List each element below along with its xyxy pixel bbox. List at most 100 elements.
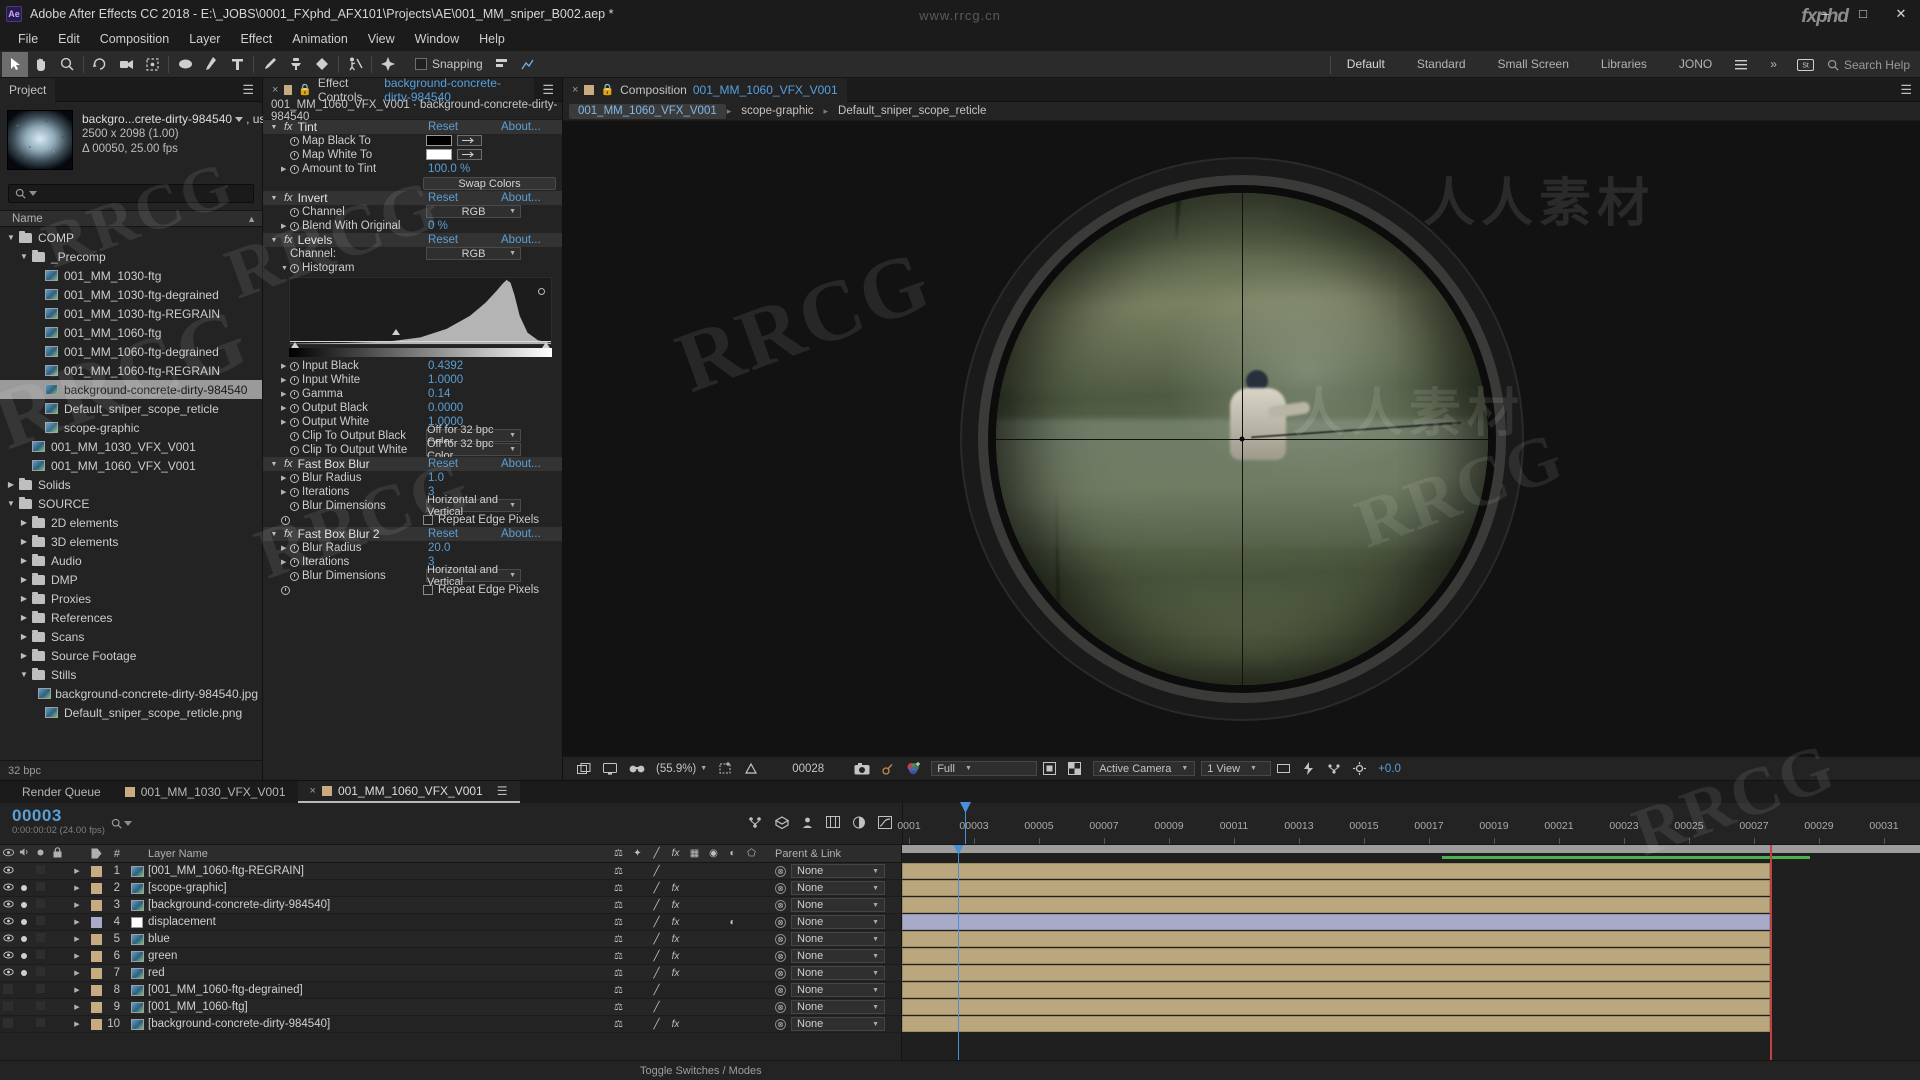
layer-quality-switch-icon[interactable]: ╱	[647, 883, 666, 894]
stopwatch-icon[interactable]	[281, 515, 290, 525]
layer-parent-switch-icon[interactable]: ⚖	[609, 883, 628, 894]
effect-param-output-black[interactable]: ▶ Output Black 0.0000	[263, 401, 562, 415]
layer-parent-switch-icon[interactable]: ⚖	[609, 866, 628, 877]
disclosure-triangle-icon[interactable]: ▼	[269, 237, 279, 244]
project-item-6[interactable]: 001_MM_1060-ftg-degrained	[0, 342, 262, 361]
param-value[interactable]: 0 %	[428, 220, 448, 232]
views-dropdown[interactable]: 1 View ▼	[1201, 761, 1272, 776]
layer-duration-bar[interactable]	[902, 999, 1770, 1015]
stopwatch-icon[interactable]	[290, 431, 299, 441]
hide-shy-layers-icon[interactable]	[801, 816, 814, 832]
layer-disclosure-triangle-icon[interactable]: ▶	[66, 901, 88, 909]
layer-switches[interactable]: ⚖ ╱	[609, 1002, 771, 1013]
layer-parent-control[interactable]: ⊗ None ▼	[771, 864, 901, 878]
layer-name[interactable]: blue	[148, 933, 609, 945]
pixel-aspect-icon[interactable]	[1271, 762, 1296, 775]
effect-param-gamma[interactable]: ▶ Gamma 0.14	[263, 387, 562, 401]
disclosure-triangle-icon[interactable]: ▼	[19, 252, 29, 261]
layer-solo-toggle[interactable]	[32, 950, 48, 962]
channel-selector-icon[interactable]	[900, 762, 927, 775]
video-column-icon[interactable]	[0, 848, 16, 860]
breadcrumb-item-0[interactable]: 001_MM_1060_VFX_V001	[569, 103, 726, 119]
reset-link[interactable]: Reset	[428, 528, 458, 540]
layer-name[interactable]: [scope-graphic]	[148, 882, 609, 894]
layer-duration-bar[interactable]	[902, 897, 1770, 913]
parent-dropdown[interactable]: None ▼	[791, 881, 885, 895]
table-row[interactable]: ▶ 7 red ⚖ ╱ fx ⊗ None ▼	[0, 965, 901, 982]
effect-header-invert[interactable]: ▼ fx Invert Reset About...	[263, 191, 562, 205]
project-item-15[interactable]: ▶ 2D elements	[0, 513, 262, 532]
table-row[interactable]: ▶ 8 [001_MM_1060-ftg-degrained] ⚖ ╱ ⊗ None ▼	[0, 982, 901, 999]
disclosure-triangle-icon[interactable]: ▼	[6, 233, 16, 242]
layer-name[interactable]: [001_MM_1060-ftg-REGRAIN]	[148, 865, 609, 877]
effect-param-input-white[interactable]: ▶ Input White 1.0000	[263, 373, 562, 387]
eyedropper-icon[interactable]	[457, 149, 482, 160]
layer-quality-switch-icon[interactable]: ╱	[647, 1002, 666, 1013]
layer-visibility-toggle[interactable]	[0, 1000, 16, 1014]
ruler-playhead-knob[interactable]	[960, 802, 971, 813]
search-options-icon[interactable]	[29, 191, 37, 196]
layer-parent-control[interactable]: ⊗ None ▼	[771, 915, 901, 929]
layer-visibility-toggle[interactable]	[0, 865, 16, 877]
solo-column-icon[interactable]	[32, 848, 48, 860]
param-value[interactable]: 0.4392	[428, 360, 463, 372]
stopwatch-icon[interactable]	[290, 375, 299, 385]
layer-parent-switch-icon[interactable]: ⚖	[609, 934, 628, 945]
tab-comp-1030[interactable]: 001_MM_1030_VFX_V001	[113, 781, 298, 803]
camera-dropdown[interactable]: Active Camera ▼	[1093, 761, 1196, 776]
breadcrumb-item-1[interactable]: scope-graphic	[732, 104, 822, 119]
layer-parent-switch-icon[interactable]: ⚖	[609, 968, 628, 979]
effect-param-histogram-row[interactable]: ▼ Histogram	[263, 261, 562, 275]
layer-switches[interactable]: ⚖ ╱ fx	[609, 883, 771, 894]
layer-parent-control[interactable]: ⊗ None ▼	[771, 1000, 901, 1014]
effect-param-channel[interactable]: Channel: RGB ▼	[263, 247, 562, 261]
main-viewer-icon[interactable]	[571, 762, 597, 775]
disclosure-triangle-icon[interactable]: ▶	[281, 165, 290, 173]
chevron-down-icon[interactable]	[235, 117, 244, 122]
text-tool-icon[interactable]	[224, 52, 250, 77]
menu-edit[interactable]: Edit	[48, 27, 90, 51]
param-value[interactable]: 0.0000	[428, 402, 463, 414]
stopwatch-icon[interactable]	[290, 389, 299, 399]
enable-frame-blending-icon[interactable]	[826, 816, 840, 831]
project-item-10[interactable]: scope-graphic	[0, 418, 262, 437]
project-item-18[interactable]: ▶ DMP	[0, 570, 262, 589]
parent-dropdown[interactable]: None ▼	[791, 1000, 885, 1014]
pick-whip-icon[interactable]: ⊗	[775, 1001, 786, 1013]
layer-visibility-toggle[interactable]	[0, 950, 16, 962]
layer-solo-toggle[interactable]	[32, 1001, 48, 1013]
clone-stamp-tool-icon[interactable]	[283, 52, 309, 77]
menu-window[interactable]: Window	[405, 27, 469, 51]
layer-name[interactable]: [001_MM_1060-ftg-degrained]	[148, 984, 609, 996]
graph-icon[interactable]	[515, 52, 541, 77]
color-swatch-map-black-to[interactable]	[426, 135, 452, 146]
tab-project[interactable]: Project	[0, 77, 56, 102]
table-row[interactable]: ▶ 5 blue ⚖ ╱ fx ⊗ None ▼	[0, 931, 901, 948]
close-button[interactable]: ✕	[1882, 0, 1920, 27]
project-item-1[interactable]: ▼ _Precomp	[0, 247, 262, 266]
disclosure-triangle-icon[interactable]: ▶	[19, 613, 29, 622]
enable-motion-blur-icon[interactable]	[852, 816, 866, 832]
timeline-track-area[interactable]	[902, 845, 1920, 1060]
adobe-stock-icon[interactable]: St	[1793, 52, 1819, 77]
layer-solo-toggle[interactable]	[32, 899, 48, 911]
disclosure-triangle-icon[interactable]: ▶	[281, 390, 290, 398]
table-row[interactable]: ▶ 3 [background-concrete-dirty-984540] ⚖ ╱ fx…	[0, 897, 901, 914]
stopwatch-icon[interactable]	[290, 150, 299, 160]
minimize-button[interactable]: –	[1806, 0, 1844, 27]
search-options-icon[interactable]	[124, 821, 132, 826]
about-link[interactable]: About...	[501, 234, 541, 246]
disclosure-triangle-icon[interactable]: ▼	[269, 531, 279, 538]
layer-duration-bar[interactable]	[902, 982, 1770, 998]
composition-viewer[interactable]: 人人素材 人人素材 RRCG RRCG	[563, 121, 1920, 756]
align-icon[interactable]	[489, 52, 515, 77]
layer-switches[interactable]: ⚖ ╱ fx	[609, 1019, 771, 1030]
layer-parent-switch-icon[interactable]: ⚖	[609, 951, 628, 962]
effect-param-blur-dimensions[interactable]: Blur Dimensions Horizontal and Vertical ▼	[263, 494, 562, 518]
disclosure-triangle-icon[interactable]: ▶	[281, 488, 290, 496]
shape-tool-icon[interactable]	[172, 52, 198, 77]
layer-label-color[interactable]	[88, 967, 104, 979]
layer-parent-switch-icon[interactable]: ⚖	[609, 1019, 628, 1030]
layer-audio-toggle[interactable]	[16, 899, 32, 911]
stopwatch-icon[interactable]	[290, 487, 299, 497]
